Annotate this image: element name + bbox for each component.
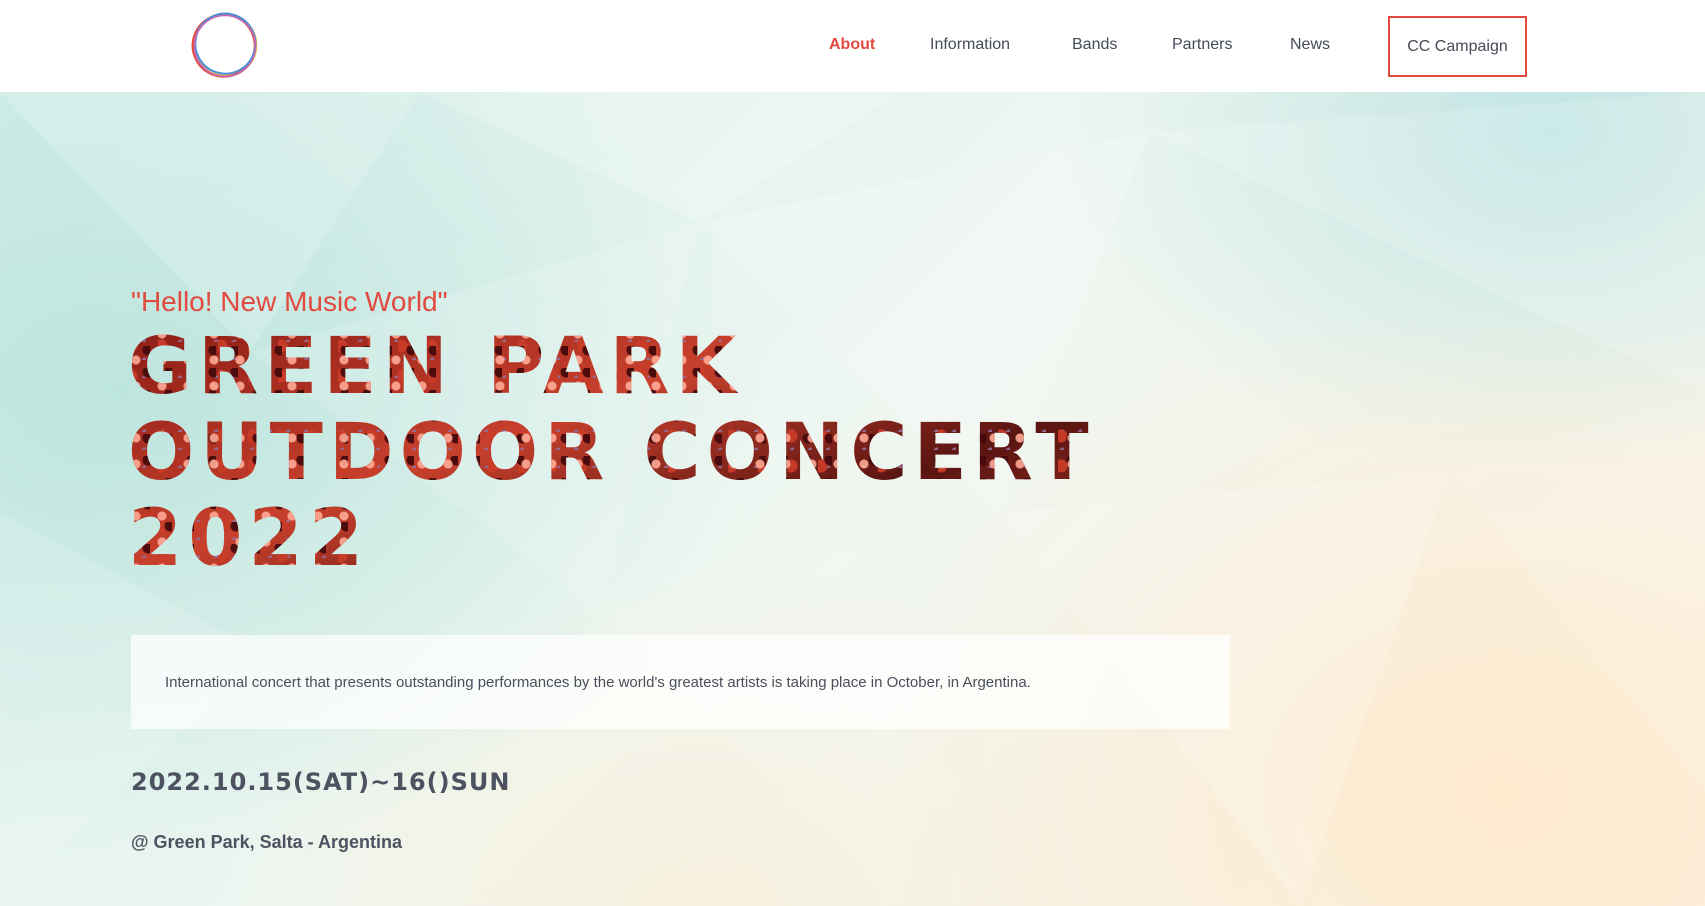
nav-item-about[interactable]: About bbox=[829, 36, 875, 54]
cc-campaign-button[interactable]: CC Campaign bbox=[1388, 16, 1527, 77]
hero-title-line: OUTDOOR CONCERT bbox=[128, 408, 1095, 498]
nav-item-information[interactable]: Information bbox=[930, 36, 1010, 54]
top-navigation-bar: About Information Bands Partners News CC… bbox=[0, 0, 1705, 92]
ring-logo-icon[interactable] bbox=[188, 8, 262, 82]
nav-item-bands[interactable]: Bands bbox=[1072, 36, 1117, 54]
hero-title: GREEN PARK OUTDOOR CONCERT 2022 bbox=[128, 324, 1128, 582]
hero-description: International concert that presents outs… bbox=[165, 673, 1031, 691]
hero-tagline: "Hello! New Music World" bbox=[131, 286, 448, 317]
event-date: 2022.10.15(SAT)~16()SUN bbox=[131, 768, 511, 796]
nav-item-partners[interactable]: Partners bbox=[1172, 36, 1232, 54]
nav-item-news[interactable]: News bbox=[1290, 36, 1330, 54]
event-venue: @ Green Park, Salta - Argentina bbox=[131, 832, 402, 852]
hero-section: "Hello! New Music World" GREEN PARK OUTD… bbox=[0, 92, 1705, 906]
hero-title-line: 2022 bbox=[128, 494, 370, 584]
description-box: International concert that presents outs… bbox=[131, 635, 1230, 729]
hero-title-line: GREEN PARK bbox=[128, 322, 742, 412]
